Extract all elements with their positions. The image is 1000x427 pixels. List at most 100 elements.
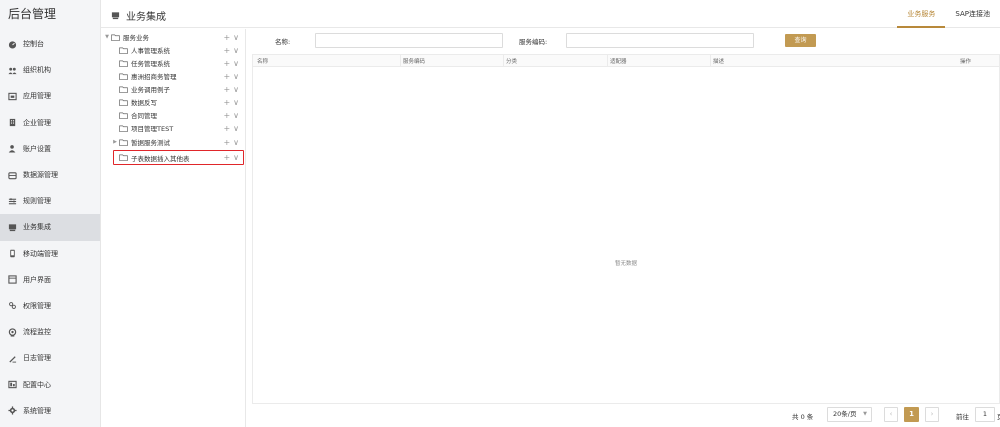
empty-state-text: 暂无数据 (614, 261, 637, 267)
name-input[interactable] (315, 33, 503, 48)
service-code-label: 服务编码: (519, 38, 548, 46)
service-code-input[interactable] (566, 33, 754, 48)
next-page-button[interactable]: › (925, 407, 939, 422)
sidebar-item-dashboard[interactable]: 控制台 (0, 31, 100, 57)
add-icon[interactable]: + (223, 98, 230, 107)
page-title: 业务集成 (111, 8, 166, 23)
sidebar-item-account[interactable]: 账户设置 (0, 136, 100, 162)
sidebar-item-log[interactable]: 日志管理 (0, 345, 100, 371)
sidebar-item-monitor[interactable]: 流程监控 (0, 319, 100, 345)
chevron-down-icon: ▼ (863, 411, 867, 417)
sidebar-item-system[interactable]: 系统管理 (0, 398, 100, 424)
sidebar-item-label: 规则管理 (23, 197, 51, 206)
folder-open-icon (111, 34, 120, 41)
folder-icon (119, 47, 128, 54)
chevron-down-icon[interactable]: ∨ (233, 138, 239, 147)
tree-node-label: 合同管理 (131, 112, 157, 120)
tree-node-label: 惠洲招商务管理 (131, 73, 177, 81)
org-icon (8, 66, 17, 75)
column-header-name: 名称 (257, 59, 269, 65)
tree-node[interactable]: 任务管理系统 + ∨ (119, 57, 245, 69)
integration-icon (111, 12, 120, 20)
add-icon[interactable]: + (223, 59, 230, 68)
sidebar-item-label: 用户界面 (23, 275, 51, 284)
expand-arrow-icon[interactable]: ▶ (111, 139, 119, 145)
user-icon (8, 144, 17, 153)
mobile-icon (8, 249, 17, 258)
chevron-down-icon[interactable]: ∨ (233, 98, 239, 107)
page-title-text: 业务集成 (126, 12, 166, 23)
sidebar-item-mobile[interactable]: 移动端管理 (0, 241, 100, 267)
chevron-down-icon[interactable]: ∨ (233, 85, 239, 94)
log-icon (8, 354, 17, 363)
tree-node-label: 人事管理系统 (131, 47, 170, 55)
database-icon (8, 171, 17, 180)
tree-node[interactable]: 人事管理系统 + ∨ (119, 44, 245, 56)
add-icon[interactable]: + (223, 33, 230, 42)
tree-root[interactable]: ▼ 服务业务 + ∨ (103, 31, 245, 43)
brand-title: 后台管理 (8, 7, 57, 21)
sidebar-item-label: 权限管理 (23, 301, 51, 310)
add-icon[interactable]: + (223, 138, 230, 147)
sidebar-item-permission[interactable]: 权限管理 (0, 293, 100, 319)
config-icon (8, 380, 17, 389)
tree-node[interactable]: 业务调用例子 + ∨ (119, 83, 245, 95)
sidebar-item-app[interactable]: 应用管理 (0, 83, 100, 109)
sidebar-item-rules[interactable]: 规则管理 (0, 188, 100, 214)
folder-icon (119, 60, 128, 67)
tree-node-label: 服务业务 (123, 34, 149, 42)
dashboard-icon (8, 40, 17, 49)
header-tabs: 业务服务 SAP连接池 (897, 0, 1000, 28)
sidebar-item-org[interactable]: 组织机构 (0, 57, 100, 83)
chevron-down-icon[interactable]: ∨ (233, 59, 239, 68)
sidebar-item-ui[interactable]: 用户界面 (0, 267, 100, 293)
folder-icon (119, 73, 128, 80)
add-icon[interactable]: + (223, 72, 230, 81)
pagination: 共 0 条 20条/页 ▼ ‹ 1 › 前往 1 页 (247, 407, 1000, 423)
service-tree: ▼ 服务业务 + ∨ 人事管理系统 + ∨ 任务管理系统 + ∨ 惠洲招商务管理 + ∨… (101, 29, 246, 427)
tree-node[interactable]: 数据反写 + ∨ (119, 96, 245, 108)
permission-icon (8, 301, 17, 310)
search-bar: 名称: 服务编码: 查询 (247, 33, 1000, 49)
main-content: 名称: 服务编码: 查询 名称 服务编码 分类 适配器 描述 操作 暂无数据 共… (247, 29, 1000, 427)
column-header-service-code: 服务编码 (403, 59, 426, 65)
sidebar-item-label: 组织机构 (23, 66, 51, 75)
sidebar-item-enterprise[interactable]: 企业管理 (0, 110, 100, 136)
add-icon[interactable]: + (223, 111, 230, 120)
chevron-down-icon[interactable]: ∨ (233, 72, 239, 81)
add-icon[interactable]: + (223, 46, 230, 55)
collapse-arrow-icon[interactable]: ▼ (103, 34, 111, 40)
tree-node-label: 业务调用例子 (131, 86, 170, 94)
tree-node[interactable]: 惠洲招商务管理 + ∨ (119, 70, 245, 82)
chevron-down-icon[interactable]: ∨ (233, 124, 239, 133)
page-size-select[interactable]: 20条/页 ▼ (827, 407, 872, 422)
gear-icon (8, 406, 17, 415)
query-button[interactable]: 查询 (785, 34, 816, 47)
sidebar-item-label: 配置中心 (23, 380, 51, 389)
sidebar-item-config[interactable]: 配置中心 (0, 371, 100, 397)
monitor-icon (8, 327, 17, 337)
tree-node[interactable]: 合同管理 + ∨ (119, 109, 245, 121)
add-icon[interactable]: + (223, 85, 230, 94)
sidebar-item-label: 账户设置 (23, 144, 51, 153)
sidebar-item-label: 业务集成 (23, 223, 51, 232)
app-icon (8, 92, 17, 101)
chevron-down-icon[interactable]: ∨ (233, 111, 239, 120)
page-1-button[interactable]: 1 (904, 407, 919, 422)
service-table: 名称 服务编码 分类 适配器 描述 操作 暂无数据 (252, 54, 1000, 404)
tree-node[interactable]: ▶ 暂据服务测试 + ∨ (111, 136, 245, 148)
chevron-down-icon[interactable]: ∨ (233, 46, 239, 55)
add-icon[interactable]: + (223, 124, 230, 133)
chevron-down-icon[interactable]: ∨ (233, 33, 239, 42)
tab-sap-pool[interactable]: SAP连接池 (945, 0, 1000, 28)
prev-page-button[interactable]: ‹ (884, 407, 898, 422)
integration-icon (8, 223, 17, 232)
column-header-description: 描述 (713, 59, 725, 65)
folder-icon (119, 125, 128, 132)
tree-node[interactable]: 项目管理TEST + ∨ (119, 122, 245, 134)
goto-page-input[interactable]: 1 (975, 407, 995, 422)
sidebar-item-integration[interactable]: 业务集成 (0, 214, 100, 241)
goto-label: 前往 (956, 413, 969, 421)
sidebar-item-datasource[interactable]: 数据源管理 (0, 162, 100, 188)
tab-business-service[interactable]: 业务服务 (897, 0, 946, 28)
